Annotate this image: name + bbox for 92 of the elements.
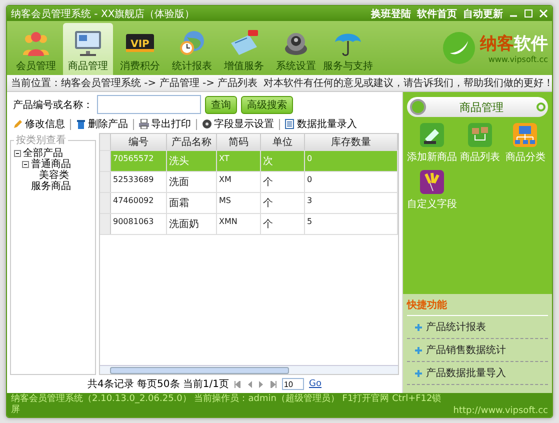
table-cell: 52533689 (111, 172, 167, 192)
toolbar-button[interactable]: 修改信息 (11, 117, 67, 131)
column-header[interactable]: 库存数量 (305, 134, 398, 150)
column-header[interactable]: 编号 (111, 134, 167, 150)
disc-icon (202, 119, 212, 129)
close-icon[interactable] (539, 9, 548, 18)
logo-name: 纳客软件 (480, 33, 548, 55)
table-cell: XMN (217, 214, 261, 234)
card-icon (229, 29, 259, 57)
quick-link[interactable]: 产品销售数据统计 (407, 339, 548, 362)
people-icon (21, 29, 51, 57)
column-header[interactable]: 单位 (261, 134, 305, 150)
table-cell: 0 (305, 172, 398, 192)
quick-link[interactable]: 产品统计报表 (407, 316, 548, 339)
status-url: http://www.vipsoft.cc (453, 406, 548, 416)
panel-title: 商品管理 (458, 100, 504, 114)
plus-icon (415, 346, 422, 354)
tree-legend: 按类别查看 (14, 133, 68, 147)
table-cell: 47460092 (111, 193, 167, 213)
nav-tab[interactable]: 增值服务 (219, 23, 269, 75)
page-size-field[interactable]: 10 (282, 378, 304, 390)
nav-tab[interactable]: 商品管理 (63, 23, 113, 75)
ring-icon (536, 102, 546, 112)
table-cell: 3 (305, 193, 398, 213)
table-cell: 5 (305, 214, 398, 234)
previous-page-icon[interactable] (246, 380, 254, 388)
table-cell: 洗面奶 (167, 214, 217, 234)
network-icon (513, 123, 538, 147)
table-cell: 面霜 (167, 193, 217, 213)
table-row[interactable]: 90081063 洗面奶 XMN 个 5 (100, 214, 398, 235)
maximize-icon[interactable] (524, 9, 533, 18)
logo-icon (442, 31, 476, 65)
tree-item[interactable]: 普通商品 (31, 159, 71, 170)
quick-links-title: 快捷功能 (407, 298, 548, 316)
logo-url: www.vipsoft.cc (488, 55, 548, 64)
nav-tab[interactable]: 会员管理 (11, 23, 61, 75)
pushpins-icon (420, 170, 444, 194)
tree-item[interactable]: 全部产品 (23, 148, 63, 159)
table-cell: 洗头 (167, 151, 217, 171)
last-page-icon[interactable] (270, 380, 278, 388)
horizontal-scrollbar[interactable] (100, 365, 398, 374)
orb-icon (409, 98, 427, 116)
toolbar-button[interactable]: 删除产品 (74, 117, 130, 131)
table-cell: MS (217, 193, 261, 213)
search-field[interactable] (97, 95, 201, 114)
table-cell: 个 (261, 172, 305, 192)
toolbar-button[interactable]: 字段显示设置 (200, 117, 276, 131)
search-button[interactable]: 查询 (205, 96, 237, 114)
monitor-icon (73, 29, 103, 57)
printer-icon (139, 119, 149, 129)
column-header[interactable]: 产品名称 (167, 134, 217, 150)
nav-tab[interactable]: 服务与支持 (323, 23, 373, 75)
spreadsheet-icon (285, 119, 295, 129)
go-link[interactable]: Go (309, 379, 322, 389)
nav-tab[interactable]: 系统设置 (271, 23, 321, 75)
column-header[interactable]: 简码 (217, 134, 261, 150)
table-cell: 90081063 (111, 214, 167, 234)
nav-tab[interactable]: 统计报表 (167, 23, 217, 75)
boxes-icon (468, 123, 492, 147)
table-cell: 洗面 (167, 172, 217, 192)
trash-icon (76, 119, 86, 129)
feedback-message: 对本软件有任何的意见或建议，请告诉我们，帮助我们做的更好！ (264, 76, 552, 90)
table-cell: 0 (305, 151, 398, 171)
quick-link[interactable]: 产品数据批量导入 (407, 362, 548, 385)
collapse-icon[interactable] (22, 161, 29, 168)
table-row[interactable]: 52533689 洗面 XM 个 0 (100, 172, 398, 193)
collapse-icon[interactable] (14, 150, 21, 157)
pencil-icon (13, 119, 23, 129)
search-button[interactable]: 高级搜索 (241, 96, 293, 114)
tree-item[interactable]: 美容类 (39, 170, 69, 181)
toolbar-button[interactable]: 导出打印 (137, 117, 193, 131)
tree-item[interactable]: 服务商品 (31, 181, 71, 192)
next-page-icon[interactable] (258, 380, 266, 388)
record-summary: 共4条记录 每页50条 当前1/1页 (87, 378, 230, 391)
table-row[interactable]: 47460092 面霜 MS 个 3 (100, 193, 398, 214)
status-text: 纳客会员管理系统（2.10.13.0_2.06.25.0） 当前操作员：admin（超级管理员） F1打开官网 Ctrl+F12锁屏 (11, 394, 442, 416)
search-label: 产品编号或名称： (13, 98, 93, 112)
nav-tab[interactable]: VIP 消费积分 (115, 23, 165, 75)
first-page-icon[interactable] (234, 380, 242, 388)
table-cell: 个 (261, 214, 305, 234)
table-cell: XM (217, 172, 261, 192)
breadcrumb: 当前位置：纳客会员管理系统 -> 产品管理 -> 产品列表 (11, 76, 258, 90)
scanner-icon (420, 123, 444, 147)
plus-icon (415, 324, 422, 330)
window-title: 纳客会员管理系统 - XX旗舰店（体验版） (11, 8, 196, 20)
toolbar-button[interactable]: 数据批量录入 (283, 117, 359, 131)
table-cell: 个 (261, 193, 305, 213)
globe-clock-icon (177, 29, 207, 57)
table-cell: XT (217, 151, 261, 171)
table-cell: 70565572 (111, 151, 167, 171)
table-cell: 次 (261, 151, 305, 171)
plus-icon (415, 370, 422, 376)
